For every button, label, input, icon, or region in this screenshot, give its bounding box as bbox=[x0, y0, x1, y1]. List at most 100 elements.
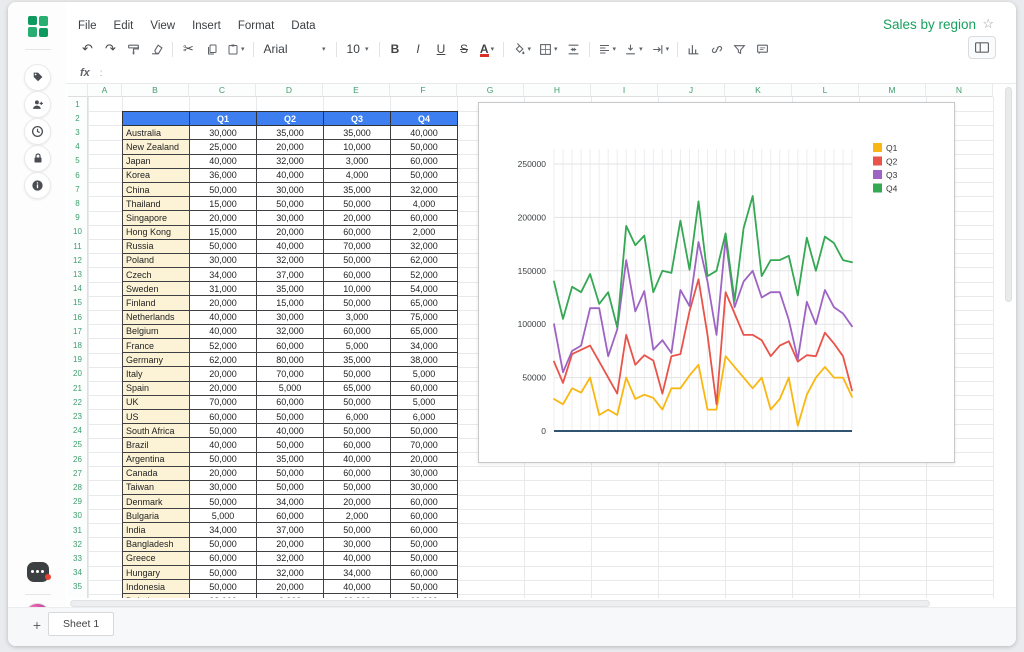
menu-data[interactable]: Data bbox=[291, 20, 315, 32]
cell-C30[interactable]: 5,000 bbox=[190, 509, 257, 523]
cell-D6[interactable]: 40,000 bbox=[257, 168, 324, 182]
row-header-10[interactable]: 10 bbox=[68, 225, 88, 239]
row-header-25[interactable]: 25 bbox=[68, 438, 88, 452]
cell-E16[interactable]: 3,000 bbox=[324, 310, 391, 324]
cell-D30[interactable]: 60,000 bbox=[257, 509, 324, 523]
cell-D23[interactable]: 50,000 bbox=[257, 409, 324, 423]
col-header-C[interactable]: C bbox=[189, 84, 256, 97]
cell-B3[interactable]: Australia bbox=[123, 126, 190, 140]
cell-E12[interactable]: 50,000 bbox=[324, 253, 391, 267]
cell-E23[interactable]: 6,000 bbox=[324, 409, 391, 423]
cell-D3[interactable]: 35,000 bbox=[257, 126, 324, 140]
col-header-D[interactable]: D bbox=[256, 84, 323, 97]
cell-F14[interactable]: 54,000 bbox=[391, 282, 458, 296]
cell-E31[interactable]: 50,000 bbox=[324, 523, 391, 537]
cell-B29[interactable]: Denmark bbox=[123, 495, 190, 509]
cell-D4[interactable]: 20,000 bbox=[257, 140, 324, 154]
cell-E7[interactable]: 35,000 bbox=[324, 182, 391, 196]
cell-E24[interactable]: 50,000 bbox=[324, 424, 391, 438]
insert-chart-icon[interactable] bbox=[686, 40, 701, 58]
cell-C27[interactable]: 20,000 bbox=[190, 466, 257, 480]
cell-F36[interactable]: 60,000 bbox=[391, 594, 458, 598]
cell-F22[interactable]: 5,000 bbox=[391, 395, 458, 409]
vertical-scrollbar[interactable] bbox=[1005, 87, 1012, 302]
cell-D34[interactable]: 32,000 bbox=[257, 566, 324, 580]
cell-F21[interactable]: 60,000 bbox=[391, 381, 458, 395]
fill-color-icon[interactable]: ▾ bbox=[512, 40, 532, 58]
cell-B2[interactable] bbox=[123, 112, 190, 126]
col-header-K[interactable]: K bbox=[725, 84, 792, 97]
cell-F35[interactable]: 50,000 bbox=[391, 580, 458, 594]
cell-E3[interactable]: 35,000 bbox=[324, 126, 391, 140]
cell-C15[interactable]: 20,000 bbox=[190, 296, 257, 310]
sheet-tab[interactable]: Sheet 1 bbox=[48, 612, 114, 636]
cell-B36[interactable]: Dubai bbox=[123, 594, 190, 598]
cell-F31[interactable]: 60,000 bbox=[391, 523, 458, 537]
cell-B15[interactable]: Finland bbox=[123, 296, 190, 310]
undo-icon[interactable]: ↶ bbox=[80, 40, 95, 58]
font-family-select[interactable]: Arial▾ bbox=[262, 40, 328, 58]
cell-E21[interactable]: 65,000 bbox=[324, 381, 391, 395]
person-add-icon[interactable] bbox=[24, 91, 51, 118]
cell-E4[interactable]: 10,000 bbox=[324, 140, 391, 154]
cell-E27[interactable]: 60,000 bbox=[324, 466, 391, 480]
embedded-chart[interactable]: 050000100000150000200000250000Q1Q2Q3Q4 bbox=[478, 102, 955, 463]
cell-C7[interactable]: 50,000 bbox=[190, 182, 257, 196]
cell-E29[interactable]: 20,000 bbox=[324, 495, 391, 509]
cell-C22[interactable]: 70,000 bbox=[190, 395, 257, 409]
row-header-7[interactable]: 7 bbox=[68, 182, 88, 196]
info-icon[interactable] bbox=[24, 172, 51, 199]
col-header-I[interactable]: I bbox=[591, 84, 658, 97]
cell-E22[interactable]: 50,000 bbox=[324, 395, 391, 409]
cell-F19[interactable]: 38,000 bbox=[391, 353, 458, 367]
cell-F6[interactable]: 50,000 bbox=[391, 168, 458, 182]
cell-C29[interactable]: 50,000 bbox=[190, 495, 257, 509]
cell-B32[interactable]: Bangladesh bbox=[123, 537, 190, 551]
cell-B33[interactable]: Greece bbox=[123, 551, 190, 565]
row-header-20[interactable]: 20 bbox=[68, 367, 88, 381]
row-header-24[interactable]: 24 bbox=[68, 424, 88, 438]
copy-icon[interactable] bbox=[204, 40, 219, 58]
cell-C36[interactable]: 32,000 bbox=[190, 594, 257, 598]
cell-B9[interactable]: Singapore bbox=[123, 211, 190, 225]
cell-E35[interactable]: 40,000 bbox=[324, 580, 391, 594]
cell-E6[interactable]: 4,000 bbox=[324, 168, 391, 182]
cell-B16[interactable]: Netherlands bbox=[123, 310, 190, 324]
row-header-32[interactable]: 32 bbox=[68, 537, 88, 551]
cell-D13[interactable]: 37,000 bbox=[257, 268, 324, 282]
cell-E8[interactable]: 50,000 bbox=[324, 197, 391, 211]
cell-E2[interactable]: Q3 bbox=[324, 112, 391, 126]
cell-C25[interactable]: 40,000 bbox=[190, 438, 257, 452]
cell-B8[interactable]: Thailand bbox=[123, 197, 190, 211]
strikethrough-button[interactable]: S bbox=[457, 40, 472, 58]
cell-C11[interactable]: 50,000 bbox=[190, 239, 257, 253]
cell-F5[interactable]: 60,000 bbox=[391, 154, 458, 168]
col-header-M[interactable]: M bbox=[859, 84, 926, 97]
cell-F33[interactable]: 50,000 bbox=[391, 551, 458, 565]
cell-C34[interactable]: 50,000 bbox=[190, 566, 257, 580]
row-header-33[interactable]: 33 bbox=[68, 551, 88, 565]
document-title[interactable]: Sales by region bbox=[883, 17, 976, 32]
horizontal-align-icon[interactable]: ▾ bbox=[598, 40, 617, 58]
row-header-23[interactable]: 23 bbox=[68, 409, 88, 423]
row-header-22[interactable]: 22 bbox=[68, 395, 88, 409]
cell-F34[interactable]: 60,000 bbox=[391, 566, 458, 580]
cell-D22[interactable]: 60,000 bbox=[257, 395, 324, 409]
lock-icon[interactable] bbox=[24, 145, 51, 172]
menu-view[interactable]: View bbox=[150, 20, 175, 32]
col-header-E[interactable]: E bbox=[323, 84, 390, 97]
cell-C12[interactable]: 30,000 bbox=[190, 253, 257, 267]
cell-C26[interactable]: 50,000 bbox=[190, 452, 257, 466]
cell-F24[interactable]: 50,000 bbox=[391, 424, 458, 438]
cell-F3[interactable]: 40,000 bbox=[391, 126, 458, 140]
vertical-align-icon[interactable]: ▾ bbox=[624, 40, 643, 58]
cell-B23[interactable]: US bbox=[123, 409, 190, 423]
history-icon[interactable] bbox=[24, 118, 51, 145]
col-header-F[interactable]: F bbox=[390, 84, 457, 97]
cell-B14[interactable]: Sweden bbox=[123, 282, 190, 296]
cell-D19[interactable]: 80,000 bbox=[257, 353, 324, 367]
menu-file[interactable]: File bbox=[78, 20, 97, 32]
row-header-8[interactable]: 8 bbox=[68, 196, 88, 210]
col-header-A[interactable]: A bbox=[88, 84, 122, 97]
cell-D32[interactable]: 20,000 bbox=[257, 537, 324, 551]
